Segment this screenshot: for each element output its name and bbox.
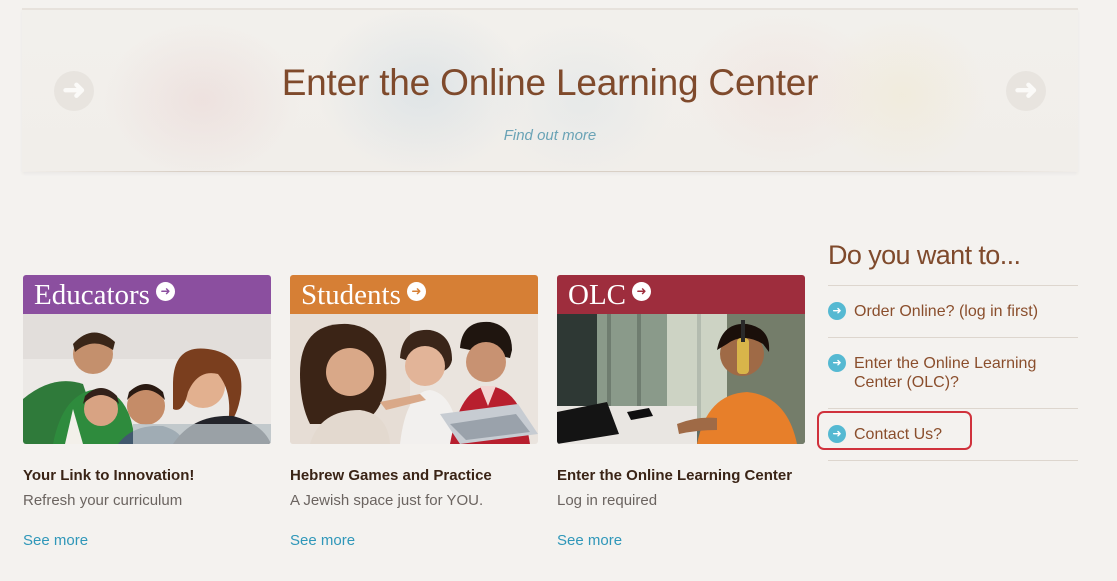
sidebar-item-label: Order Online? (log in first) (854, 303, 1039, 320)
educators-header-button[interactable]: Educators (23, 275, 271, 314)
educators-card: Educators Your Link to Innovation! Refre… (23, 275, 271, 549)
educators-photo[interactable] (23, 314, 271, 444)
arrow-circle-right-icon (155, 282, 175, 301)
olc-photo[interactable] (557, 314, 805, 444)
students-see-more-link[interactable]: See more (290, 532, 355, 549)
arrow-circle-right-icon: ➜ (828, 354, 846, 372)
hero-title: Enter the Online Learning Center (281, 62, 819, 103)
educators-subtitle: Refresh your curriculum (23, 492, 183, 509)
educators-see-more-link[interactable]: See more (23, 532, 88, 549)
students-header-button[interactable]: Students (290, 275, 538, 314)
olc-subtitle: Log in required (557, 492, 658, 509)
students-card: Students Hebrew Games and Practice A Jew… (290, 275, 538, 549)
educators-photo-art (23, 314, 271, 444)
students-label: Students (301, 279, 401, 311)
arrow-circle-right-icon (632, 282, 651, 301)
olc-heading: Enter the Online Learning Center (557, 467, 793, 484)
olc-card: OLC Enter the Online Learning Center Log… (557, 275, 805, 549)
educators-label: Educators (34, 279, 150, 311)
do-you-want-to-panel: Do you want to... ➜ Order Online? (log i… (828, 240, 1078, 461)
sidebar-list: ➜ Order Online? (log in first) ➜ Enter t… (828, 285, 1078, 461)
arrow-right-icon[interactable]: ➜ (1006, 71, 1046, 111)
educators-heading: Your Link to Innovation! (23, 467, 195, 484)
students-subtitle: A Jewish space just for YOU. (290, 492, 484, 509)
students-heading: Hebrew Games and Practice (290, 467, 492, 484)
arrow-circle-right-icon (406, 282, 426, 301)
enter-olc-link[interactable]: ➜ Enter the Online Learning Center (OLC)… (828, 338, 1078, 409)
order-online-link[interactable]: ➜ Order Online? (log in first) (828, 286, 1078, 338)
contact-us-link[interactable]: ➜ Contact Us? (828, 409, 1078, 461)
arrow-circle-right-icon: ➜ (828, 425, 846, 443)
olc-header-button[interactable]: OLC (557, 275, 805, 314)
sidebar-item-label: Enter the Online Learning Center (OLC)? (854, 355, 1037, 391)
find-out-more-link[interactable]: Find out more (22, 127, 1078, 144)
students-photo-art (290, 314, 538, 444)
olc-label: OLC (568, 279, 626, 311)
olc-photo-art (557, 314, 805, 444)
sidebar-item-label: Contact Us? (854, 426, 943, 443)
sidebar-title: Do you want to... (828, 240, 1021, 270)
students-photo[interactable] (290, 314, 538, 444)
arrow-circle-right-icon: ➜ (828, 302, 846, 320)
olc-see-more-link[interactable]: See more (557, 532, 622, 549)
hero-banner: ➜ Enter the Online Learning Center Find … (22, 8, 1078, 172)
